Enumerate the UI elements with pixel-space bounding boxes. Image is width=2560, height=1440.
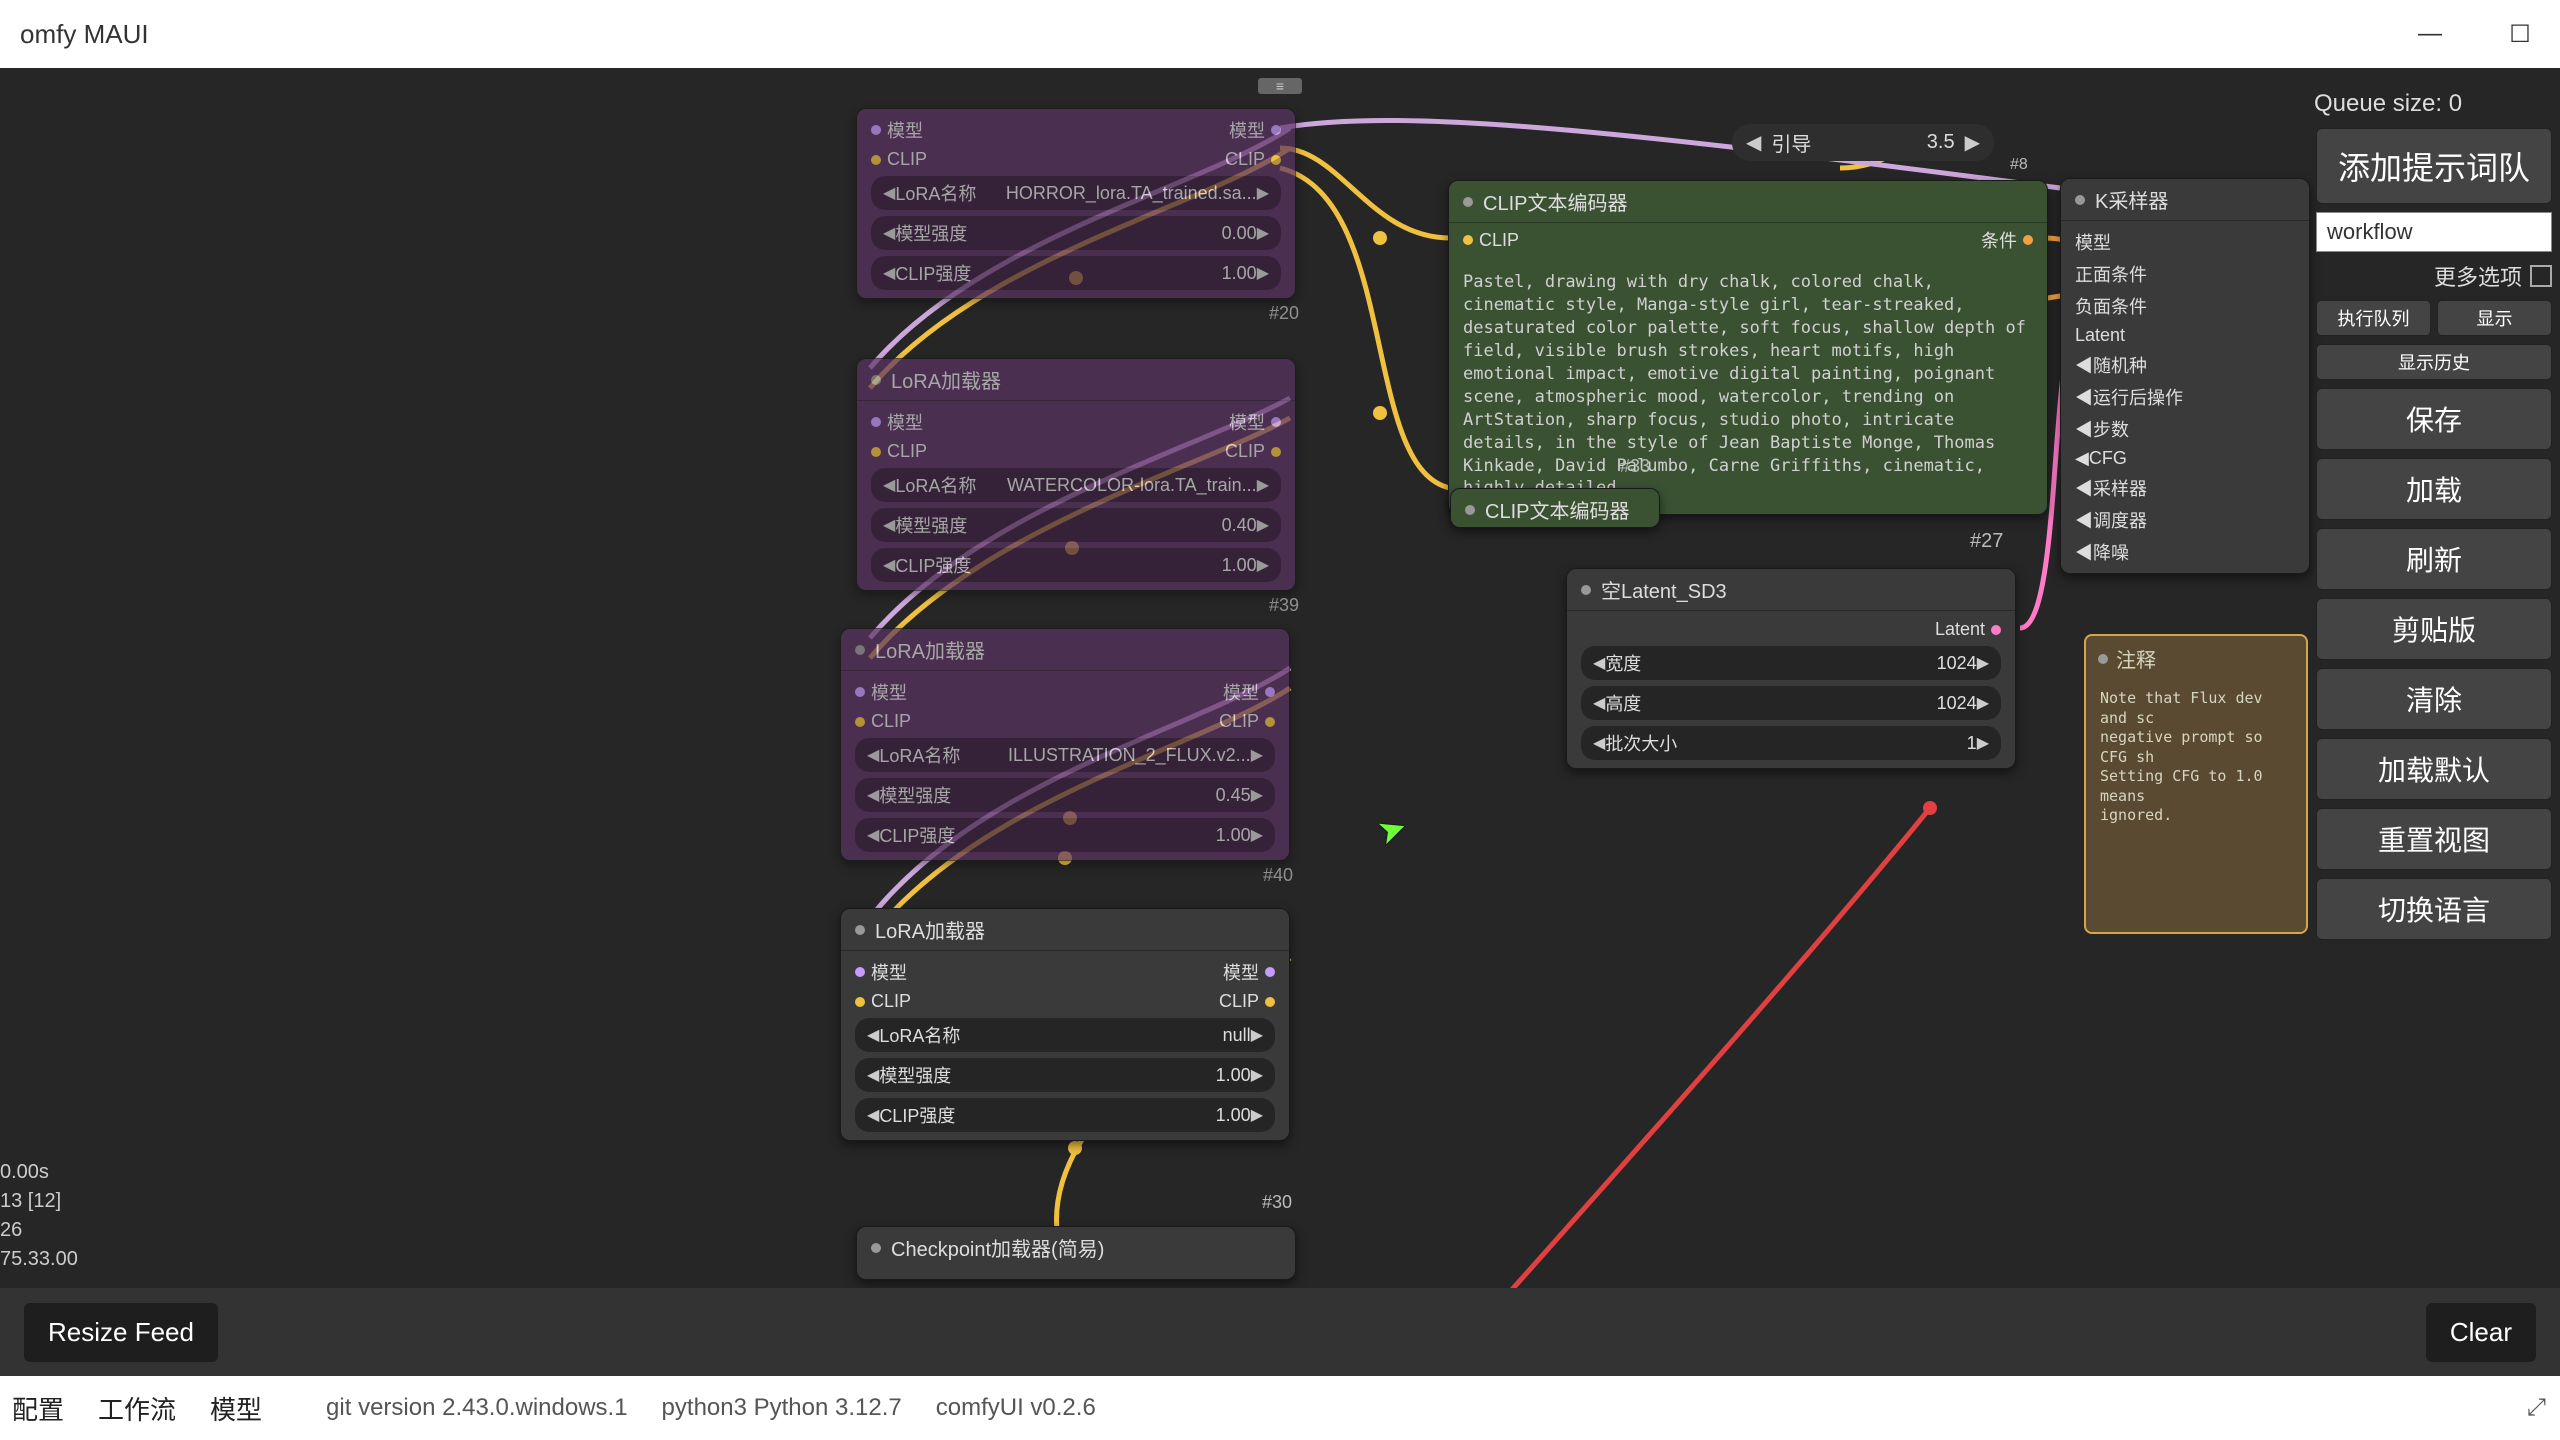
refresh-button[interactable]: 刷新: [2316, 528, 2552, 590]
clear-button[interactable]: 清除: [2316, 668, 2552, 730]
show-history-button[interactable]: 显示历史: [2316, 344, 2552, 380]
clip2-node-id: #27: [1970, 530, 2003, 553]
lora1-title: LoRA加载器: [891, 365, 1001, 394]
run-queue-button[interactable]: 执行队列: [2316, 300, 2431, 336]
switch-language-button[interactable]: 切换语言: [2316, 878, 2552, 940]
queue-size-label: Queue size: 0: [2308, 88, 2560, 120]
window-title: omfy MAUI: [20, 19, 149, 50]
checkpoint-title: Checkpoint加载器(简易): [891, 1233, 1104, 1262]
show-button[interactable]: 显示: [2437, 300, 2552, 336]
lora-active-clip-strength-slot[interactable]: ◀CLIP强度1.00▶: [855, 1098, 1275, 1132]
chevron-right-icon[interactable]: ▶: [1965, 130, 1980, 155]
ksampler-row-seed[interactable]: 随机种: [2093, 356, 2147, 376]
note-text: Note that Flux dev and sc negative promp…: [2086, 681, 2306, 834]
clip-encoder-header[interactable]: CLIP文本编码器: [1449, 181, 2047, 223]
extra-options-label: 更多选项: [2434, 260, 2522, 292]
latent-width-slot[interactable]: ◀宽度 1024▶: [1581, 646, 2001, 680]
latent-title: 空Latent_SD3: [1601, 575, 1727, 604]
status-line-4: 75.33.00: [0, 1245, 78, 1274]
lora-active-node[interactable]: LoRA加载器 模型模型 CLIPCLIP ◀LoRA名称null▶ ◀模型强度…: [840, 908, 1290, 1141]
ksampler-row-steps[interactable]: 步数: [2093, 420, 2129, 440]
clip-node-id: #33: [1620, 456, 1650, 477]
footer-info-git: git version 2.43.0.windows.1: [326, 1394, 628, 1422]
footer-bar: 配置 工作流 模型 git version 2.43.0.windows.1 p…: [0, 1376, 2560, 1440]
right-sidebar: Queue size: 0 添加提示词队 更多选项 执行队列 显示 显示历史 保…: [2308, 88, 2560, 940]
cursor-arrow-icon: ➤: [1372, 806, 1412, 853]
clip-encoder-node[interactable]: CLIP文本编码器 CLIP 条件 Pastel, drawing with d…: [1448, 180, 2048, 515]
clip-encoder-2-title: CLIP文本编码器: [1485, 495, 1629, 524]
latent-batch-slot[interactable]: ◀批次大小 1▶: [1581, 726, 2001, 760]
queue-prompt-button[interactable]: 添加提示词队: [2316, 128, 2552, 204]
lora-active-model-strength-slot[interactable]: ◀模型强度1.00▶: [855, 1058, 1275, 1092]
ksampler-header[interactable]: K采样器: [2061, 179, 2309, 221]
clip-output-label: 条件: [1981, 227, 2017, 253]
resize-feed-button[interactable]: Resize Feed: [24, 1303, 218, 1362]
lora2-id: #40: [1263, 865, 1293, 886]
lora2-title: LoRA加载器: [875, 635, 985, 664]
ksampler-row-denoise[interactable]: 降噪: [2093, 543, 2129, 563]
chevron-left-icon[interactable]: ◀: [1746, 130, 1761, 155]
lora-active-name-slot[interactable]: ◀LoRA名称null▶: [855, 1018, 1275, 1052]
lora-node-0[interactable]: 模型模型 CLIPCLIP ◀LoRA名称HORROR_lora.TA_trai…: [856, 108, 1296, 299]
status-line-0: 0.00s: [0, 1158, 78, 1187]
guidance-widget[interactable]: ◀ 引导 3.5 ▶: [1732, 124, 1994, 161]
workflow-name-input[interactable]: [2316, 212, 2552, 252]
ksampler-port-negative: 负面条件: [2075, 297, 2147, 317]
load-button[interactable]: 加载: [2316, 458, 2552, 520]
ksampler-row-sampler[interactable]: 采样器: [2093, 479, 2147, 499]
ksampler-row-scheduler[interactable]: 调度器: [2093, 511, 2147, 531]
titlebar: omfy MAUI — ☐: [0, 0, 2560, 68]
footer-tab-workflow[interactable]: 工作流: [98, 1390, 176, 1427]
node-canvas[interactable]: ◀ 引导 3.5 ▶ #8 K采样器 模型 正面条件 负面条件 Latent ◀…: [0, 68, 2560, 1288]
lower-toolbar: Resize Feed Clear: [0, 1288, 2560, 1376]
guidance-node-id: #8: [2010, 156, 2028, 174]
ksampler-port-positive: 正面条件: [2075, 265, 2147, 285]
status-readout: 0.00s 13 [12] 26 75.33.00: [0, 1158, 78, 1274]
minimize-button[interactable]: —: [2410, 14, 2450, 54]
clip-prompt-text[interactable]: Pastel, drawing with dry chalk, colored …: [1449, 257, 2047, 514]
reset-view-button[interactable]: 重置视图: [2316, 808, 2552, 870]
footer-tab-config[interactable]: 配置: [12, 1390, 64, 1427]
footer-info-comfy: comfyUI v0.2.6: [936, 1394, 1096, 1422]
footer-info-python: python3 Python 3.12.7: [662, 1394, 902, 1422]
lora-node-2[interactable]: LoRA加载器 模型模型 CLIPCLIP ◀LoRA名称ILLUSTRATIO…: [840, 628, 1290, 861]
ksampler-row-afterrun[interactable]: 运行后操作: [2093, 388, 2183, 408]
lora-active-title: LoRA加载器: [875, 915, 985, 944]
clipboard-button[interactable]: 剪贴版: [2316, 598, 2552, 660]
latent-node[interactable]: 空Latent_SD3 Latent ◀宽度 1024▶ ◀高度 1024▶ ◀…: [1566, 568, 2016, 769]
checkpoint-node[interactable]: Checkpoint加载器(简易): [856, 1226, 1296, 1280]
latent-height-slot[interactable]: ◀高度 1024▶: [1581, 686, 2001, 720]
ksampler-row-cfg[interactable]: CFG: [2089, 448, 2127, 468]
lora1-id: #39: [1269, 595, 1299, 616]
clip-input-label: CLIP: [1479, 230, 1519, 251]
ksampler-port-model: 模型: [2075, 233, 2111, 253]
save-button[interactable]: 保存: [2316, 388, 2552, 450]
load-default-button[interactable]: 加载默认: [2316, 738, 2552, 800]
expand-icon[interactable]: ⤢: [2527, 1394, 2546, 1422]
clip-encoder-2-node[interactable]: CLIP文本编码器: [1450, 488, 1660, 528]
guidance-value: 3.5: [1927, 131, 1955, 154]
clip-encoder-title: CLIP文本编码器: [1483, 187, 1627, 216]
guidance-label: 引导: [1771, 128, 1916, 157]
status-line-3: 26: [0, 1216, 78, 1245]
note-title: 注释: [2116, 644, 2156, 673]
ksampler-title: K采样器: [2095, 185, 2168, 214]
lora-node-1[interactable]: LoRA加载器 模型模型 CLIPCLIP ◀LoRA名称WATERCOLOR-…: [856, 358, 1296, 591]
lora-active-id: #30: [1262, 1192, 1292, 1213]
note-node[interactable]: 注释 Note that Flux dev and sc negative pr…: [2084, 634, 2308, 934]
lora0-id: #20: [1269, 303, 1299, 324]
clear-feed-button[interactable]: Clear: [2426, 1303, 2536, 1362]
ksampler-node[interactable]: K采样器 模型 正面条件 负面条件 Latent ◀随机种 ◀运行后操作 ◀步数…: [2060, 178, 2310, 574]
extra-options-row[interactable]: 更多选项: [2316, 260, 2552, 292]
status-line-2: 13 [12]: [0, 1187, 78, 1216]
extra-options-checkbox[interactable]: [2530, 265, 2552, 287]
latent-out-label: Latent: [1935, 619, 1985, 640]
ksampler-port-latent: Latent: [2075, 325, 2125, 345]
canvas-drag-handle[interactable]: [1258, 78, 1302, 94]
footer-tab-model[interactable]: 模型: [210, 1390, 262, 1427]
maximize-button[interactable]: ☐: [2500, 14, 2540, 54]
